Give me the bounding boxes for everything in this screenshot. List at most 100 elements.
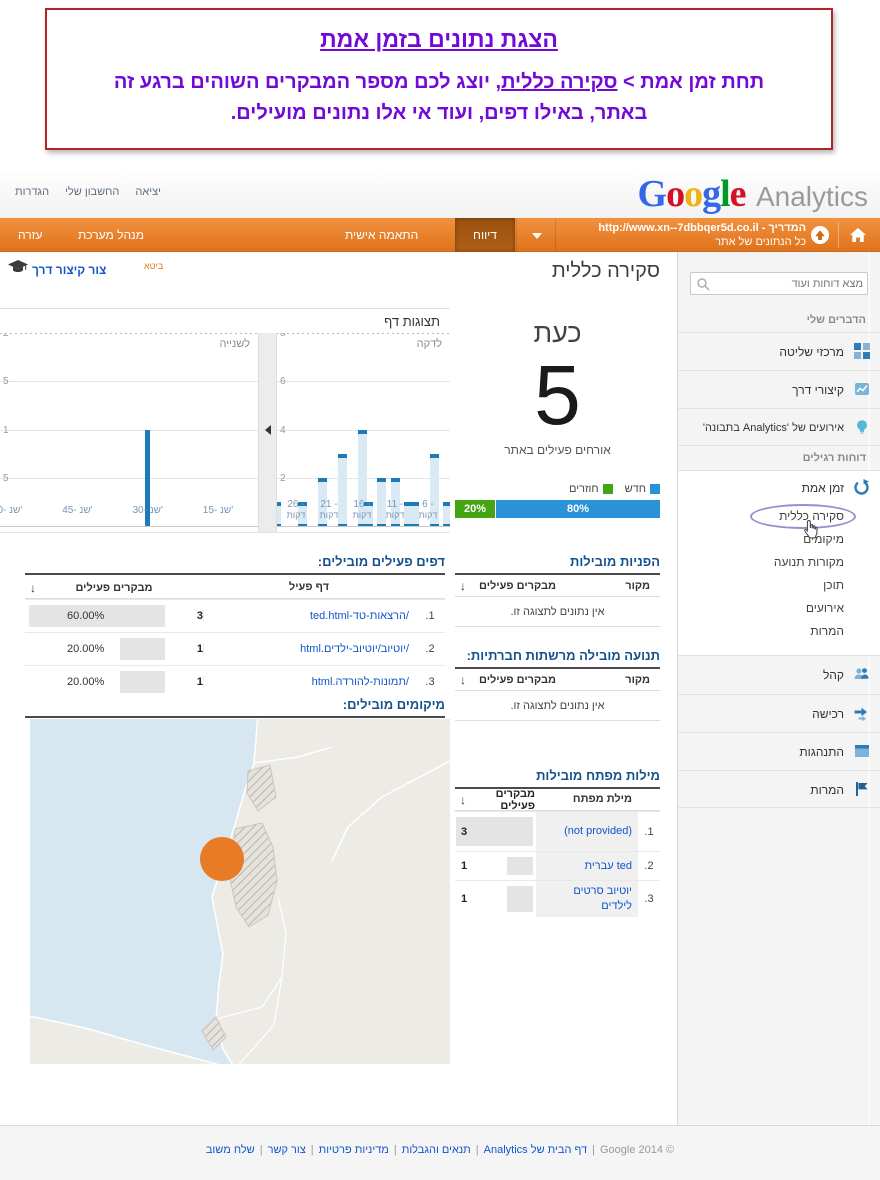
sidebar-item-shortcuts[interactable]: קיצורי דרך	[678, 370, 880, 408]
top-keywords-table: מילות מפתח מובילות מילת מפתח מבקרים פעיל…	[455, 768, 660, 917]
right-now-label: כעת	[455, 318, 660, 349]
annotation-title: הצגת נתונים בזמן אמת	[47, 26, 831, 53]
create-shortcut-link[interactable]: צור קיצור דרך	[32, 263, 106, 277]
graduation-cap-icon	[8, 260, 28, 279]
pct-bar	[120, 638, 165, 660]
sort-arrow-icon[interactable]: ↓	[30, 575, 36, 601]
page: הצגת נתונים בזמן אמת תחת זמן אמת > סקירה…	[0, 0, 880, 1180]
home-icon[interactable]	[849, 227, 867, 243]
conversions-flag-icon	[854, 781, 870, 802]
sidebar-item-intelligence-events[interactable]: אירועים של 'Analytics בתבונה'	[678, 408, 880, 446]
top-locations-map	[30, 719, 450, 1064]
footer-link-feedback[interactable]: שלח משוב	[206, 1144, 255, 1156]
right-now-panel: כעת 5 אורחים פעילים באתר חדש חוזרים 80% …	[455, 318, 660, 518]
pct-bar	[120, 671, 165, 693]
sidebar-item-audience[interactable]: קהל	[678, 656, 880, 694]
col-active-visitors: מבקרים פעילים	[473, 788, 535, 812]
top-pages-title: דפים פעילים מובילים:	[25, 554, 445, 573]
sort-arrow-icon[interactable]: ↓	[460, 579, 466, 593]
visitor-count: 3	[461, 826, 467, 838]
page-link[interactable]: /יוטיוב/יוטיוב-ילדים.html	[300, 643, 409, 655]
keyword-link[interactable]: ted עברית	[585, 859, 632, 874]
sidebar-item-behavior[interactable]: התנהגות	[678, 732, 880, 770]
map-israel	[30, 719, 450, 1064]
sidebar-item-dashboards[interactable]: מרכזי שליטה	[678, 332, 880, 370]
chevron-left-icon	[265, 425, 271, 435]
pct-bar	[507, 857, 533, 875]
workspace: צור קיצור דרך ביטא סקירה כללית כעת 5 אור…	[0, 252, 880, 1125]
visitor-count: 1	[461, 893, 467, 905]
sidebar-item-realtime-content[interactable]: תוכן	[678, 574, 880, 597]
sidebar-item-realtime-locations[interactable]: מיקומים	[678, 528, 880, 551]
table-row: 2. /יוטיוב/יוטיוב-ילדים.html 1 20.00%	[25, 632, 445, 665]
col-source: מקור	[625, 580, 660, 592]
account-title: המדריך - http://www.xn--7dbbqer5d.co.il	[558, 221, 806, 235]
pageviews-panel: תצוגות דף לשנייה 515260- שנ'45- שנ'30- ש…	[0, 308, 450, 533]
sidebar-item-realtime-overview[interactable]: סקירה כללית	[678, 505, 880, 528]
cursor-hand-icon	[803, 519, 820, 548]
settings-link[interactable]: הגדרות	[15, 186, 49, 198]
sort-arrow-icon[interactable]: ↓	[460, 673, 466, 687]
audience-people-icon	[853, 666, 870, 687]
nav-tab-customization[interactable]: התאמה אישית	[345, 218, 418, 252]
top-keywords-title: מילות מפתח מובילות	[455, 768, 660, 787]
beta-badge: ביטא	[144, 261, 163, 271]
col-active-page: דף פעיל	[203, 581, 415, 593]
returning-bar: 20%	[455, 500, 496, 518]
legend-returning-label: חוזרים	[569, 483, 599, 495]
sidebar-item-realtime[interactable]: זמן אמת	[678, 471, 880, 505]
footer-link-contact[interactable]: צור קשר	[268, 1144, 306, 1156]
dashboards-grid-icon	[854, 343, 870, 364]
standard-reports-label: דוחות רגילים	[678, 452, 880, 464]
report-sidebar: הדברים שלי מרכזי שליטה קיצורי דרך אירועי…	[677, 252, 880, 1125]
realtime-section: זמן אמת סקירה כללית מיקומים מקורות תנועה…	[678, 470, 880, 656]
account-selector[interactable]: המדריך - http://www.xn--7dbbqer5d.co.il …	[558, 221, 806, 249]
top-social-title: תנועה מובילה מרשתות חברתיות:	[455, 648, 660, 667]
chevron-down-icon	[532, 233, 542, 239]
nav-tab-admin[interactable]: מנהל מערכת	[78, 218, 144, 252]
sort-arrow-icon[interactable]: ↓	[460, 793, 466, 807]
returning-color-swatch	[603, 484, 613, 494]
legend-new: חדש	[625, 483, 660, 495]
page-link[interactable]: /הרצאות-טד-ted.html	[310, 610, 409, 622]
table-row: 3. יוטיוב סרטים לילדים 1	[455, 880, 660, 917]
page-link[interactable]: /תמונות-להורדה.html	[312, 676, 409, 688]
new-bar: 80%	[496, 500, 660, 518]
table-row: 1. (not provided) 3	[455, 811, 660, 851]
sidebar-item-realtime-events[interactable]: אירועים	[678, 597, 880, 620]
my-account-link[interactable]: החשבון שלי	[65, 186, 119, 198]
keyword-link[interactable]: יוטיוב סרטים לילדים	[542, 884, 632, 914]
search-icon	[696, 277, 710, 296]
sidebar-item-conversions[interactable]: המרות	[678, 770, 880, 808]
col-active-visitors: מבקרים פעילים ↓	[25, 575, 203, 598]
profile-switcher-icon[interactable]	[810, 225, 830, 245]
annotation-body: תחת זמן אמת > סקירה כללית, יוצג לכם מספר…	[85, 67, 793, 129]
sign-out-link[interactable]: יציאה	[135, 186, 161, 198]
nav-tab-help[interactable]: עזרה	[18, 218, 43, 252]
sidebar-item-realtime-conversions[interactable]: המרות	[678, 620, 880, 643]
footer-link-privacy[interactable]: מדיניות פרטיות	[319, 1144, 389, 1156]
footer-link-terms[interactable]: תנאים והגבלות	[402, 1144, 471, 1156]
account-subtitle: כל הנתונים של אתר	[558, 235, 806, 249]
per-second-label: לשנייה	[220, 338, 251, 350]
nav-tab-reporting[interactable]: דיווח	[455, 218, 515, 252]
my-stuff-label: הדברים שלי	[678, 314, 880, 326]
search-input[interactable]	[715, 273, 865, 294]
footer-link-home[interactable]: דף הבית של Analytics	[484, 1144, 587, 1156]
account-dropdown[interactable]	[516, 218, 556, 252]
sidebar-item-realtime-traffic-sources[interactable]: מקורות תנועה	[678, 551, 880, 574]
no-data-message: אין נתונים לתצוגה זו.	[455, 691, 660, 721]
top-social-header: מקור מבקרים פעילים ↓	[455, 667, 660, 691]
visitor-count: 1	[167, 676, 203, 688]
sidebar-item-acquisition[interactable]: רכישה	[678, 694, 880, 732]
visitor-type-legend: חדש חוזרים	[455, 483, 660, 495]
new-vs-returning-bar: 80% 20%	[455, 500, 660, 518]
col-keyword: מילת מפתח	[535, 789, 638, 810]
chart-collapse-handle[interactable]	[258, 333, 277, 532]
annotation-box: הצגת נתונים בזמן אמת תחת זמן אמת > סקירה…	[45, 8, 833, 150]
visitor-count: 1	[461, 860, 467, 872]
google-analytics-logo: Google Analytics	[638, 172, 869, 216]
pct-value: 20.00%	[67, 633, 104, 666]
no-data-message: אין נתונים לתצוגה זו.	[455, 597, 660, 627]
keyword-link[interactable]: (not provided)	[564, 824, 632, 839]
